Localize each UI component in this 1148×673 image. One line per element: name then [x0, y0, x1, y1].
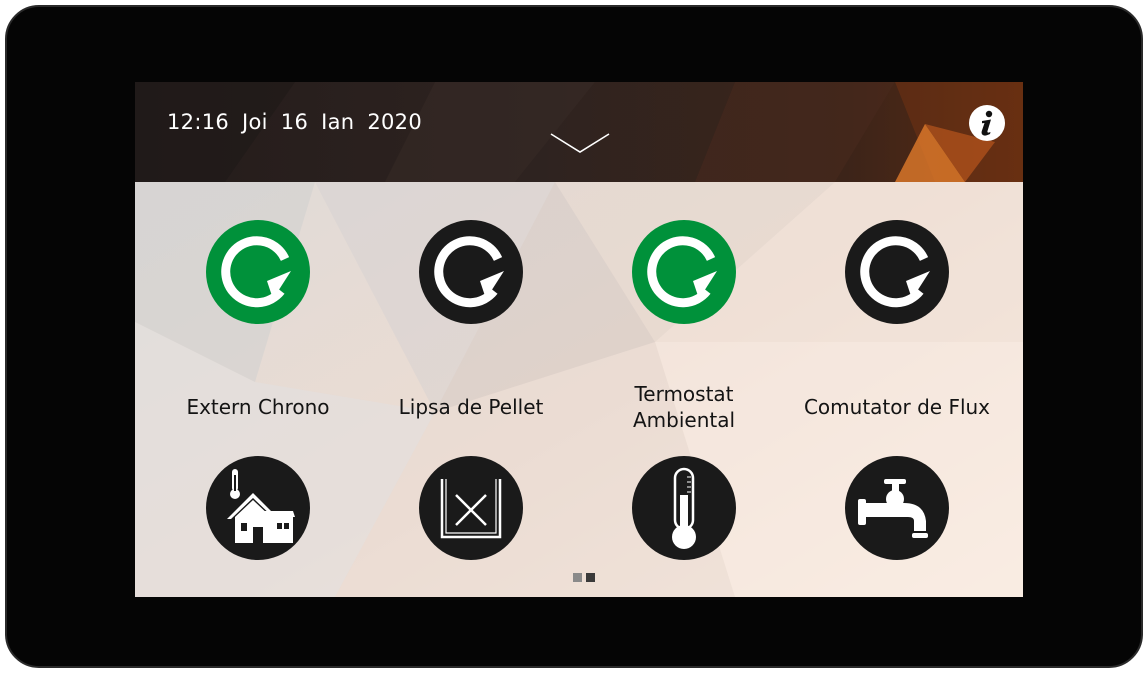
status-cycle-icon [419, 220, 523, 324]
page-dot-2[interactable] [586, 573, 595, 582]
status-cycle-icon [632, 220, 736, 324]
touch-screen: 12:16 Joi 16 Ian 2020 Extern Chrono Lips… [135, 82, 1023, 597]
house-thermometer-icon [206, 456, 310, 560]
page-indicator [573, 573, 595, 582]
pellet-empty-icon [419, 456, 523, 560]
page-dot-1[interactable] [573, 573, 582, 582]
tile-label: Extern Chrono [186, 395, 330, 419]
tile-termostat-ambiental[interactable]: Termostat Ambiental [584, 82, 784, 560]
tile-label: Comutator de Flux [803, 395, 991, 419]
status-cycle-icon [845, 220, 949, 324]
tile-extern-chrono[interactable]: Extern Chrono [158, 82, 358, 560]
tile-label: Lipsa de Pellet [398, 395, 544, 419]
status-cycle-icon [206, 220, 310, 324]
tile-lipsa-de-pellet[interactable]: Lipsa de Pellet [371, 82, 571, 560]
tile-comutator-de-flux[interactable]: Comutator de Flux [797, 82, 997, 560]
tile-label: Termostat Ambiental [632, 382, 736, 432]
faucet-icon [845, 456, 949, 560]
thermometer-icon [632, 456, 736, 560]
